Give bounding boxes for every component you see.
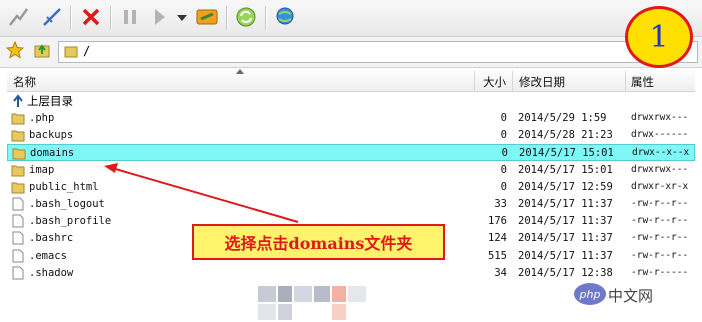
callout-arrow: [111, 167, 299, 223]
blurred-thumbnail: [258, 286, 366, 320]
php-logo-icon: php: [574, 283, 606, 305]
instruction-callout: 选择点击domains文件夹: [192, 224, 445, 260]
annotation-arrows: [104, 163, 299, 223]
callout-arrowhead: [104, 163, 118, 173]
step-badge: 1: [625, 6, 693, 68]
watermark-text: 中文网: [608, 287, 654, 305]
